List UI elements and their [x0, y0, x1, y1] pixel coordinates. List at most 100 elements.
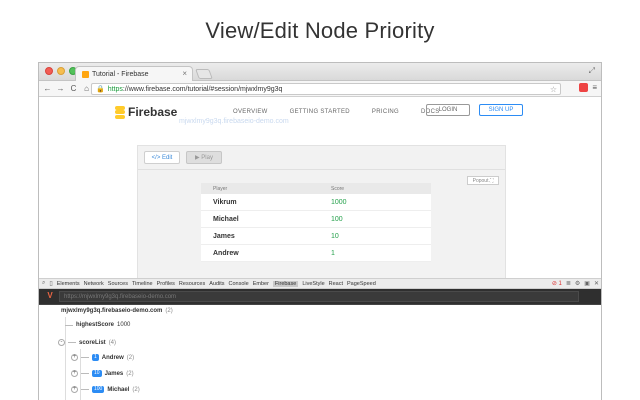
devtools-tab-pagespeed[interactable]: PageSpeed	[347, 281, 376, 287]
lock-icon: 🔒	[96, 86, 105, 93]
ghost-url-text: mjwxlmy9g3q.firebaseio-demo.com	[179, 118, 289, 125]
address-bar[interactable]: 🔒 https://www.firebase.com/tutorial/#ses…	[91, 83, 561, 95]
firebase-url-input[interactable]: https://mjwxlmy9g3q.firebaseio-demo.com	[59, 291, 579, 302]
node-name: Michael	[107, 386, 130, 393]
node-name: scoreList	[79, 339, 106, 346]
devtools-tab-livestyle[interactable]: LiveStyle	[302, 281, 324, 287]
root-name: mjwxlmy9g3q.firebaseio-demo.com	[61, 308, 163, 314]
browser-toolbar: ← → C ⌂ 🔒 https://www.firebase.com/tutor…	[39, 81, 601, 97]
player-score: 1	[331, 249, 335, 257]
tree-root-node[interactable]: mjwxlmy9g3q.firebaseio-demo.com (2)	[61, 308, 173, 314]
home-icon[interactable]: ⌂	[82, 84, 91, 93]
header-player: Player	[213, 185, 228, 192]
table-row: Michael 100	[201, 211, 431, 228]
banner: View/Edit Node Priority	[0, 0, 640, 62]
bookmark-star-icon[interactable]: ☆	[550, 85, 557, 94]
table-row: Vikrum 1000	[201, 194, 431, 211]
close-devtools-icon[interactable]: ✕	[594, 280, 599, 287]
devtools-tab-audits[interactable]: Audits	[209, 281, 224, 287]
tree-child-node[interactable]: + 1 Andrew (2)	[71, 354, 134, 361]
window-controls	[45, 67, 77, 75]
vulcan-logo-icon: V	[47, 291, 53, 300]
forward-icon[interactable]: →	[56, 84, 65, 93]
player-score: 1000	[331, 198, 347, 206]
player-name: Vikrum	[213, 198, 237, 206]
inspect-icon[interactable]: ⌕	[42, 280, 45, 287]
tree-child-node[interactable]: + 100 Michael (2)	[71, 386, 140, 393]
node-name: Andrew	[101, 354, 124, 361]
error-count: 1	[558, 281, 562, 287]
url-scheme: https	[107, 85, 123, 93]
expand-toggle-icon[interactable]: +	[71, 370, 78, 377]
firebase-logo[interactable]: Firebase	[115, 105, 177, 119]
expand-toggle-icon[interactable]: +	[71, 386, 78, 393]
priority-badge[interactable]: 10	[92, 370, 102, 377]
tree-child-node[interactable]: + 10 James (2)	[71, 370, 134, 377]
devtools-tab-timeline[interactable]: Timeline	[132, 281, 153, 287]
devtools-tab-react[interactable]: React	[329, 281, 343, 287]
edit-button[interactable]: </> Edit	[144, 151, 180, 164]
player-score: 100	[331, 215, 343, 223]
play-button[interactable]: ▶ Play	[186, 151, 222, 164]
new-tab-button[interactable]	[195, 69, 213, 79]
player-name: Andrew	[213, 249, 239, 257]
console-drawer-icon[interactable]: ≣	[566, 280, 571, 287]
browser-window: Tutorial - Firebase × ⤢ ← → C ⌂ 🔒 https:…	[38, 62, 602, 400]
dock-icon[interactable]: ▣	[584, 280, 590, 287]
login-button[interactable]: LOGIN	[426, 104, 470, 116]
toolbar-right: ≡	[579, 83, 597, 92]
fullscreen-icon[interactable]: ⤢	[589, 66, 595, 76]
priority-badge[interactable]: 100	[92, 386, 105, 393]
devtools-tab-elements[interactable]: Elements	[57, 281, 80, 287]
node-value: 1000	[117, 322, 131, 328]
nav-link-pricing[interactable]: PRICING	[372, 109, 399, 115]
player-score: 10	[331, 232, 339, 240]
devtools-tab-firebase[interactable]: Firebase	[272, 280, 299, 287]
extension-icon[interactable]	[579, 83, 589, 92]
devtools-tab-network[interactable]: Network	[84, 281, 104, 287]
tree-node-scorelist[interactable]: - scoreList (4)	[58, 339, 116, 346]
device-icon[interactable]: ▯	[49, 280, 52, 287]
node-count: (2)	[126, 354, 135, 361]
reload-icon[interactable]: C	[69, 84, 78, 93]
score-table: Player Score Vikrum 1000 Michael 100 Jam…	[201, 183, 431, 262]
menu-icon[interactable]: ≡	[592, 83, 597, 92]
logo-text: Firebase	[128, 105, 178, 119]
expand-toggle-icon[interactable]: +	[71, 354, 78, 361]
player-name: Michael	[213, 215, 239, 223]
error-count-badge[interactable]: ⊘ 1	[552, 280, 562, 287]
tree-node-highestscore[interactable]: highestScore 1000	[65, 322, 130, 328]
devtools-tab-profiles[interactable]: Profiles	[157, 281, 175, 287]
settings-gear-icon[interactable]: ⚙	[575, 280, 580, 287]
node-count: (2)	[132, 386, 140, 393]
firebase-favicon-icon	[82, 70, 89, 78]
data-tree: mjwxlmy9g3q.firebaseio-demo.com (2) high…	[39, 305, 601, 400]
devtools-right-controls: ⊘ 1 ≣ ⚙ ▣ ✕	[552, 280, 599, 287]
devtools-tab-ember[interactable]: Ember	[253, 281, 269, 287]
devtools-tab-sources[interactable]: Sources	[108, 281, 128, 287]
minimize-window-button[interactable]	[57, 67, 65, 75]
back-icon[interactable]: ←	[43, 84, 52, 93]
popout-button[interactable]: Popout ⛶	[467, 176, 499, 185]
nav-link-getting-started[interactable]: GETTING STARTED	[290, 109, 350, 115]
panel-toolbar: </> Edit ▶ Play	[138, 146, 505, 170]
nav-link-overview[interactable]: OVERVIEW	[233, 109, 268, 115]
node-count: (4)	[108, 339, 117, 346]
signup-button[interactable]: SIGN UP	[479, 104, 523, 116]
table-header: Player Score	[201, 183, 431, 194]
devtools-tab-console[interactable]: Console	[229, 281, 249, 287]
browser-tab[interactable]: Tutorial - Firebase ×	[75, 66, 193, 81]
banner-title: View/Edit Node Priority	[205, 18, 435, 43]
node-name: highestScore	[76, 322, 115, 328]
devtools-tab-resources[interactable]: Resources	[179, 281, 205, 287]
node-count: (2)	[126, 370, 134, 377]
header-score: Score	[331, 185, 345, 192]
priority-badge[interactable]: 1	[92, 354, 99, 361]
tutorial-panel: </> Edit ▶ Play Popout ⛶ Player Score Vi…	[137, 145, 506, 278]
devtools-tabbar: ⌕ ▯ Elements Network Sources Timeline Pr…	[39, 278, 601, 289]
tab-close-icon[interactable]: ×	[182, 69, 187, 78]
error-icon: ⊘	[551, 281, 557, 287]
collapse-toggle-icon[interactable]: -	[58, 339, 65, 346]
close-window-button[interactable]	[45, 67, 53, 75]
table-row: Andrew 1	[201, 245, 431, 262]
